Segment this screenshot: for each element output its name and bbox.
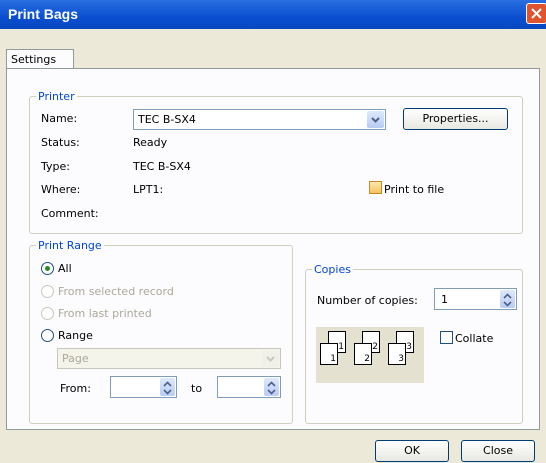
- where-label: Where:: [41, 183, 81, 196]
- range-to-stepper[interactable]: [217, 376, 281, 398]
- comment-label: Comment:: [41, 207, 99, 220]
- copies-group-label: Copies: [314, 263, 351, 276]
- close-window-button[interactable]: [526, 3, 546, 24]
- status-value: Ready: [133, 136, 168, 149]
- printer-name-value: TEC B-SX4: [138, 113, 196, 126]
- collate-page: 3: [388, 343, 406, 365]
- range-type-value: Page: [62, 352, 89, 365]
- settings-panel: Printer Name: TEC B-SX4 Properties... St…: [6, 68, 540, 430]
- window-title: Print Bags: [8, 6, 79, 22]
- collate-page: 1: [320, 343, 338, 365]
- spin-arrows-icon[interactable]: [500, 290, 515, 308]
- chevron-down-icon[interactable]: [367, 111, 384, 128]
- range-from-stepper[interactable]: [110, 376, 177, 398]
- copies-value: 1: [441, 293, 448, 306]
- spin-arrows-icon[interactable]: [160, 378, 175, 396]
- dialog-body: Settings Printer Name: TEC B-SX4 Propert…: [0, 29, 546, 463]
- range-from-last-radio[interactable]: [41, 307, 54, 320]
- collate-label: Collate: [455, 332, 494, 345]
- range-all-label: All: [58, 262, 72, 275]
- copies-stepper[interactable]: 1: [434, 288, 517, 310]
- print-to-file-label: Print to file: [384, 183, 445, 196]
- close-icon: [531, 8, 542, 19]
- status-label: Status:: [41, 136, 80, 149]
- range-range-radio[interactable]: [41, 329, 54, 342]
- number-of-copies-label: Number of copies:: [317, 294, 418, 307]
- where-value: LPT1:: [133, 183, 164, 196]
- name-label: Name:: [41, 112, 78, 125]
- tab-settings[interactable]: Settings: [6, 49, 74, 69]
- properties-button[interactable]: Properties...: [403, 108, 508, 130]
- type-value: TEC B-SX4: [133, 160, 191, 173]
- to-label: to: [191, 382, 203, 395]
- title-bar: Print Bags: [0, 0, 546, 29]
- range-all-radio[interactable]: [41, 262, 54, 275]
- from-label: From:: [60, 382, 91, 395]
- range-type-select[interactable]: Page: [57, 348, 281, 369]
- printer-name-select[interactable]: TEC B-SX4: [133, 109, 386, 130]
- collate-page: 2: [354, 343, 372, 365]
- ok-button[interactable]: OK: [375, 440, 449, 462]
- spin-arrows-icon[interactable]: [264, 378, 279, 396]
- collate-illustration: 1 1 2 2 3 3: [316, 327, 424, 383]
- range-from-selected-radio[interactable]: [41, 285, 54, 298]
- chevron-down-icon[interactable]: [262, 350, 279, 367]
- print-range-group-label: Print Range: [38, 239, 102, 252]
- print-to-file-checkbox[interactable]: [369, 181, 382, 194]
- type-label: Type:: [41, 160, 70, 173]
- range-from-selected-label: From selected record: [58, 285, 174, 298]
- printer-group-label: Printer: [38, 90, 75, 103]
- collate-checkbox[interactable]: [440, 331, 453, 344]
- range-range-label: Range: [58, 329, 93, 342]
- close-button[interactable]: Close: [461, 440, 535, 462]
- range-from-last-label: From last printed: [58, 307, 152, 320]
